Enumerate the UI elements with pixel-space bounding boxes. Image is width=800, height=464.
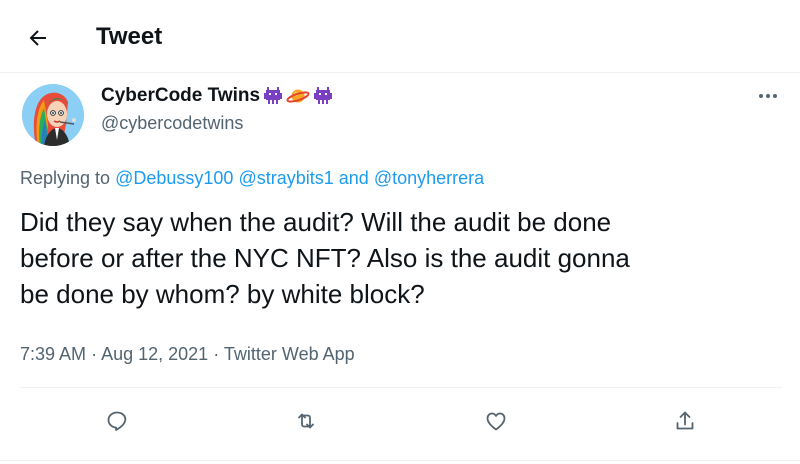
more-horizontal-icon	[759, 94, 777, 98]
alien-monster-purple-icon	[264, 87, 283, 104]
tweet-text-line: before or after the NYC NFT? Also is the…	[20, 243, 630, 273]
mention-link-tonyherrera[interactable]: @tonyherrera	[374, 168, 484, 188]
tweet-text-line: be done by whom? by white block?	[20, 279, 425, 309]
retweet-button[interactable]	[289, 404, 323, 438]
name-emoji-row	[262, 85, 334, 107]
bottom-divider	[0, 460, 800, 461]
tweet-text-line: Did they say when the audit? Will the au…	[20, 207, 612, 237]
tweet-time[interactable]: 7:39 AM	[20, 344, 86, 364]
like-button[interactable]	[479, 404, 513, 438]
share-button[interactable]	[668, 404, 702, 438]
tweet-source-app[interactable]: Twitter Web App	[224, 344, 355, 364]
meta-separator: ·	[213, 344, 220, 364]
reply-button[interactable]	[100, 404, 134, 438]
ringed-planet-icon	[286, 89, 310, 103]
back-button[interactable]	[20, 20, 56, 56]
alien-monster-purple-icon	[314, 87, 333, 104]
tweet-page: Tweet CyberCode Twins @cybercodetwins Re…	[0, 0, 800, 464]
divider	[20, 387, 782, 388]
tweet-text: Did they say when the audit? Will the au…	[20, 204, 760, 312]
more-options-button[interactable]	[752, 86, 784, 106]
tweet-date[interactable]: Aug 12, 2021	[101, 344, 208, 364]
author-handle[interactable]: @cybercodetwins	[101, 110, 243, 136]
arrow-left-icon	[29, 30, 46, 46]
retweet-icon	[298, 413, 314, 429]
reply-icon	[107, 411, 127, 431]
like-icon	[486, 412, 506, 431]
avatar-image	[22, 84, 84, 146]
mention-link-straybits1[interactable]: @straybits1	[238, 168, 333, 188]
replying-to-label: Replying to	[20, 168, 111, 188]
author-name-text: CyberCode Twins	[101, 85, 261, 106]
meta-separator: ·	[91, 344, 98, 364]
mention-link-debussy100[interactable]: @Debussy100	[115, 168, 233, 188]
share-icon	[676, 411, 694, 430]
page-title: Tweet	[96, 23, 163, 50]
tweet-metadata: 7:39 AM · Aug 12, 2021 · Twitter Web App	[20, 341, 355, 367]
avatar[interactable]	[22, 84, 84, 146]
author-display-name[interactable]: CyberCode Twins	[101, 83, 334, 109]
header: Tweet	[0, 0, 800, 73]
replying-to-line: Replying to @Debussy100 @straybits1 and …	[20, 165, 484, 191]
mention-conjunction: and	[338, 168, 369, 188]
